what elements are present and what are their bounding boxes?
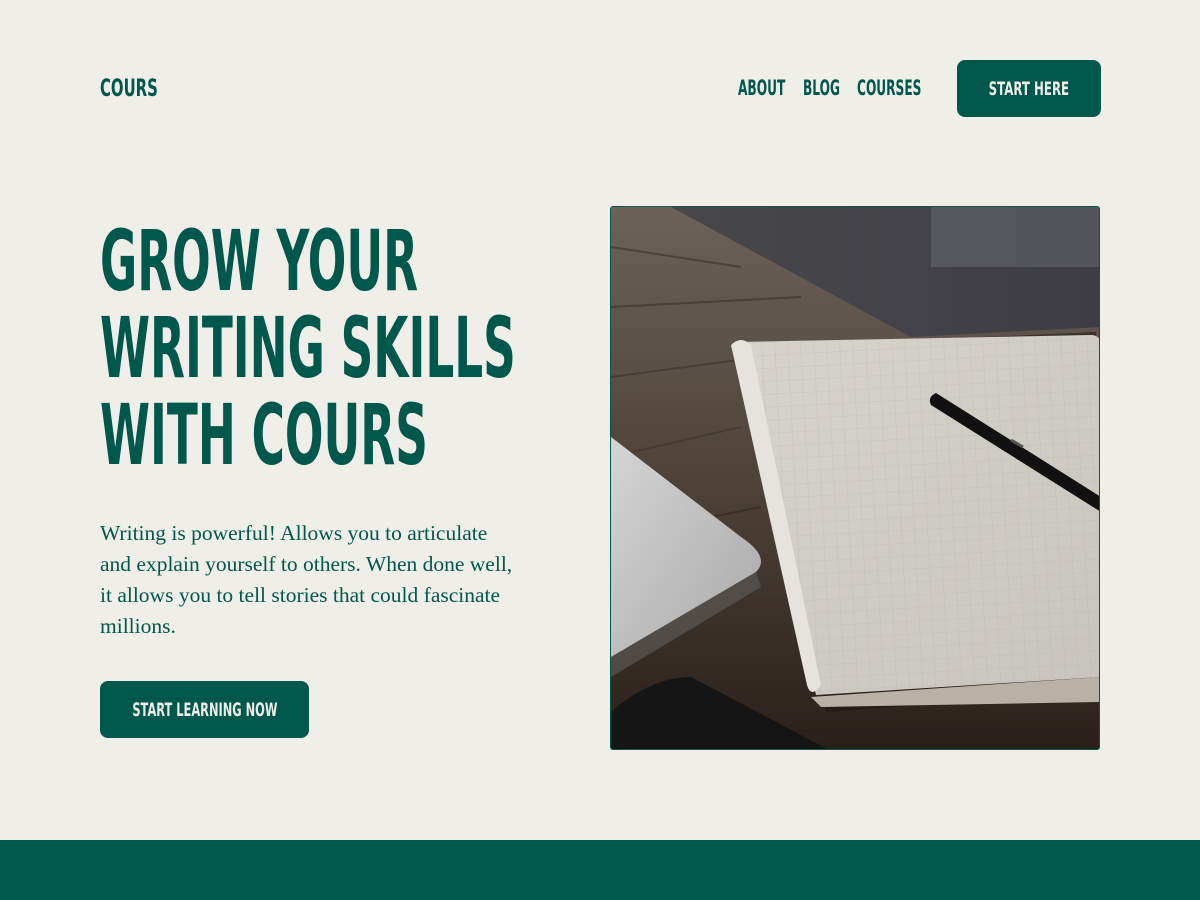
start-learning-button[interactable]: START LEARNING NOW (100, 681, 309, 738)
landing-page: COURS ABOUT BLOG COURSES START HERE GROW… (0, 0, 1200, 900)
headline-line: WITH COURS (100, 386, 428, 484)
start-learning-button-label: START LEARNING NOW (131, 698, 278, 721)
start-here-button[interactable]: START HERE (957, 60, 1101, 117)
logo[interactable]: COURS (100, 74, 158, 102)
nav-link-blog[interactable]: BLOG (803, 74, 840, 102)
nav-link-about[interactable]: ABOUT (738, 74, 785, 102)
start-here-button-label: START HERE (988, 77, 1070, 100)
footer-band (0, 840, 1200, 900)
headline-line: WRITING SKILLS (100, 299, 516, 397)
headline-line: GROW YOUR (100, 212, 419, 310)
hero-description: Writing is powerful! Allows you to artic… (100, 521, 513, 638)
nav-link-courses[interactable]: COURSES (857, 74, 921, 102)
hero-headline: GROW YOUR WRITING SKILLS WITH COURS (100, 218, 580, 479)
hero-image (610, 206, 1100, 750)
